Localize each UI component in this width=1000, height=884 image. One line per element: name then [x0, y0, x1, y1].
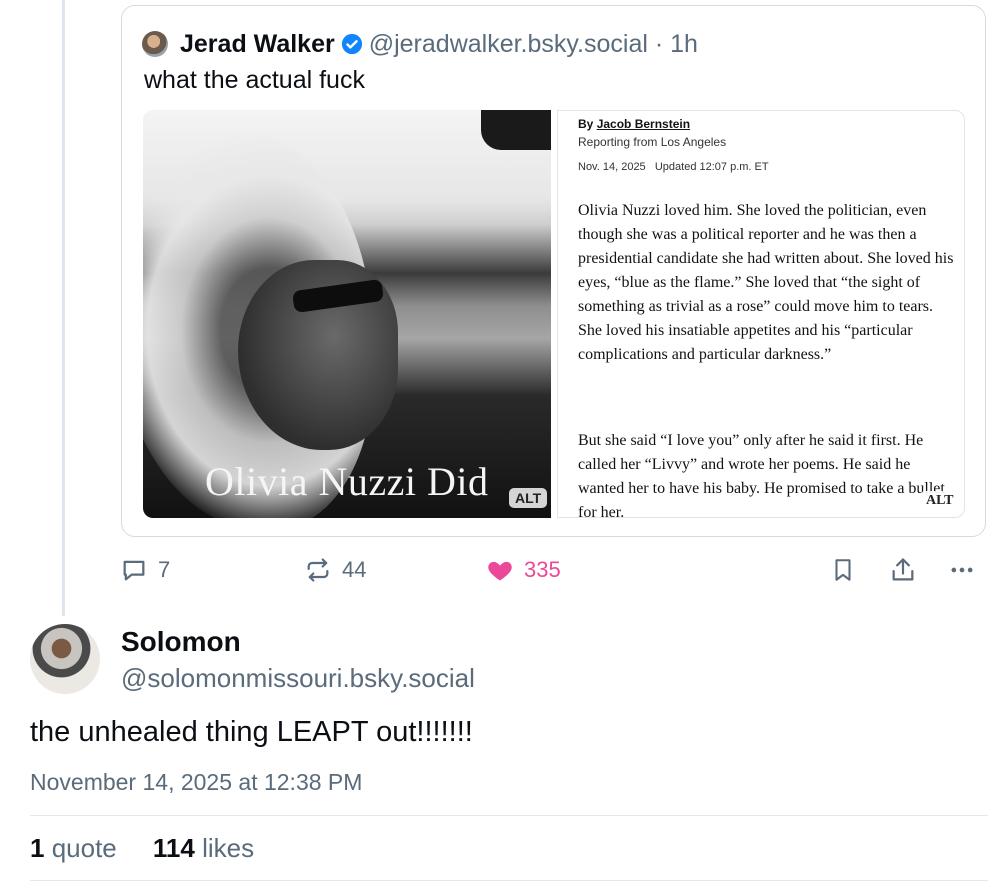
quoted-post-time[interactable]: 1h [670, 30, 698, 59]
image-alt-badge[interactable]: ALT [509, 488, 548, 508]
article-updated: Updated 12:07 p.m. ET [654, 161, 769, 173]
quoted-post-text: what the actual fuck [144, 66, 365, 94]
like-count: 335 [524, 557, 561, 582]
article-reporting-location: Reporting from Los Angeles [578, 135, 727, 149]
comment-icon [120, 556, 148, 584]
article-date-value: Nov. 14, 2025 [578, 161, 646, 173]
quoted-post-card[interactable]: Jerad Walker @jeradwalker.bsky.social · … [121, 5, 986, 537]
article-paragraph-1: Olivia Nuzzi loved him. She loved the po… [578, 202, 954, 363]
more-options-button[interactable] [948, 556, 976, 584]
likes-label: likes [202, 833, 255, 863]
divider [30, 880, 988, 881]
photo-mirror-shape [481, 110, 551, 150]
quotes-stat[interactable]: 1 quote [30, 833, 117, 863]
bookmark-button[interactable] [830, 556, 856, 584]
divider [30, 815, 988, 816]
post-actions-bar: 7 44 335 [118, 556, 988, 592]
quote-label: quote [51, 833, 117, 863]
post-stats: 1 quote 114 likes [30, 833, 254, 864]
reply-author-avatar[interactable] [30, 624, 100, 694]
article-date: Nov. 14, 2025 Updated 12:07 p.m. ET [578, 161, 769, 173]
reply-count: 7 [158, 557, 171, 582]
article-paragraph-2: But she said “I love you” only after he … [578, 432, 945, 518]
thread-line [62, 0, 65, 616]
quoted-post-header: Jerad Walker @jeradwalker.bsky.social · … [142, 24, 698, 64]
like-button[interactable]: 335 [486, 556, 561, 584]
article-alt-badge[interactable]: ALT [920, 491, 960, 511]
share-icon [889, 556, 917, 584]
reply-author-handle[interactable]: @solomonmissouri.bsky.social [121, 663, 475, 694]
more-dots-icon [948, 556, 976, 584]
reply-button[interactable]: 7 [120, 556, 170, 584]
reply-author-name[interactable]: Solomon [121, 626, 241, 658]
photo-caption: Olivia Nuzzi Did [205, 459, 489, 504]
article-screenshot[interactable]: By Jacob Bernstein Reporting from Los An… [557, 110, 965, 518]
quoted-post-media: Olivia Nuzzi Did ALT By Jacob Bernstein … [143, 110, 965, 518]
byline-prefix: By [578, 117, 597, 131]
likes-count: 114 [152, 833, 195, 863]
article-byline: By Jacob Bernstein [578, 117, 690, 131]
heart-icon [486, 556, 514, 584]
article-photo[interactable]: Olivia Nuzzi Did ALT [143, 110, 551, 518]
repost-button[interactable]: 44 [304, 556, 366, 584]
quote-count: 1 [30, 833, 45, 863]
quoted-author-handle[interactable]: @jeradwalker.bsky.social [369, 30, 648, 59]
quoted-author-name[interactable]: Jerad Walker [180, 30, 335, 59]
share-button[interactable] [889, 556, 917, 584]
repost-count: 44 [342, 557, 367, 582]
reply-post-text: the unhealed thing LEAPT out!!!!!!! [30, 716, 473, 748]
reply-post-timestamp: November 14, 2025 at 12:38 PM [30, 769, 363, 795]
meta-separator: · [647, 29, 671, 58]
bookmark-icon [830, 556, 856, 584]
repost-icon [304, 556, 332, 584]
quoted-author-avatar[interactable] [142, 31, 168, 57]
likes-stat[interactable]: 114 likes [153, 833, 254, 863]
verified-badge-icon [341, 33, 363, 55]
byline-name: Jacob Bernstein [596, 117, 691, 131]
